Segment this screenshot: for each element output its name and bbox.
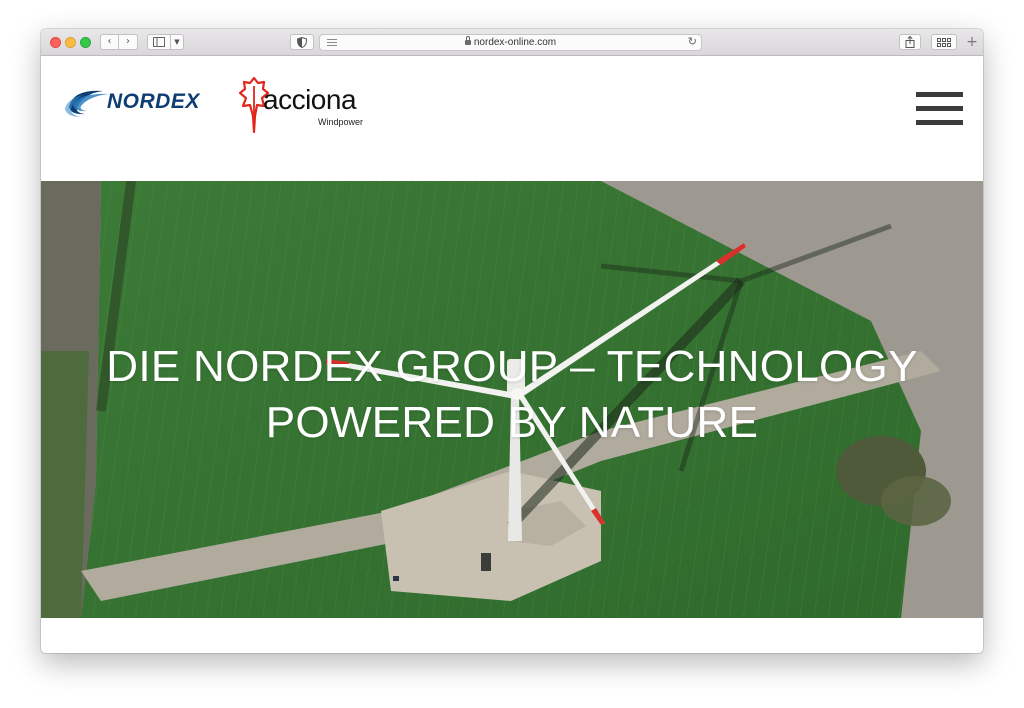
chevron-left-icon: ‹	[107, 36, 112, 47]
tabs-overview-icon	[937, 38, 951, 47]
fullscreen-window-button[interactable]	[80, 37, 91, 48]
address-bar[interactable]: nordex-online.com ↻	[319, 34, 702, 51]
sidebar-dropdown-button[interactable]: ▼	[171, 34, 184, 50]
hero-title: DIE NORDEX GROUP – TECHNOLOGY POWERED BY…	[41, 339, 983, 451]
forward-button[interactable]: ›	[119, 34, 138, 50]
minimize-window-button[interactable]	[65, 37, 76, 48]
chevron-down-icon: ▼	[174, 38, 180, 46]
share-button[interactable]	[899, 34, 921, 50]
acciona-logo-text: acciona	[263, 84, 357, 115]
menu-bar	[916, 106, 963, 111]
sidebar-icon	[153, 37, 165, 47]
sidebar-toggle-button[interactable]	[147, 34, 171, 50]
reload-icon[interactable]: ↻	[688, 35, 697, 48]
privacy-shield-button[interactable]	[290, 34, 314, 50]
chevron-right-icon: ›	[126, 36, 130, 47]
menu-bar	[916, 92, 963, 97]
menu-bar	[916, 120, 963, 125]
hero-title-line-1: DIE NORDEX GROUP – TECHNOLOGY	[106, 342, 918, 391]
browser-window: ‹ › ▼ nordex-online.com ↻ + NORDEX accio…	[41, 29, 983, 653]
back-button[interactable]: ‹	[100, 34, 119, 50]
acciona-logo-subtitle: Windpower	[318, 117, 364, 127]
site-header: NORDEX acciona Windpower	[41, 56, 983, 181]
lock-icon	[464, 36, 471, 45]
acciona-logo[interactable]: acciona Windpower	[239, 76, 379, 136]
hero-title-line-2: POWERED BY NATURE	[265, 398, 759, 447]
tabs-overview-button[interactable]	[931, 34, 957, 50]
nordex-swoosh-icon	[65, 90, 109, 117]
content-below-hero	[41, 618, 983, 653]
new-tab-button[interactable]: +	[963, 34, 981, 50]
url-display[interactable]: nordex-online.com	[320, 36, 701, 48]
share-icon	[905, 35, 915, 48]
plus-icon: +	[966, 34, 978, 50]
nordex-logo-text: NORDEX	[107, 90, 200, 113]
close-window-button[interactable]	[50, 37, 61, 48]
nordex-logo[interactable]: NORDEX	[63, 81, 223, 121]
shield-icon	[296, 36, 308, 49]
hero-banner: DIE NORDEX GROUP – TECHNOLOGY POWERED BY…	[41, 181, 983, 618]
url-text: nordex-online.com	[473, 37, 557, 48]
hamburger-menu-icon[interactable]	[916, 92, 963, 125]
browser-toolbar: ‹ › ▼ nordex-online.com ↻ +	[41, 29, 983, 56]
